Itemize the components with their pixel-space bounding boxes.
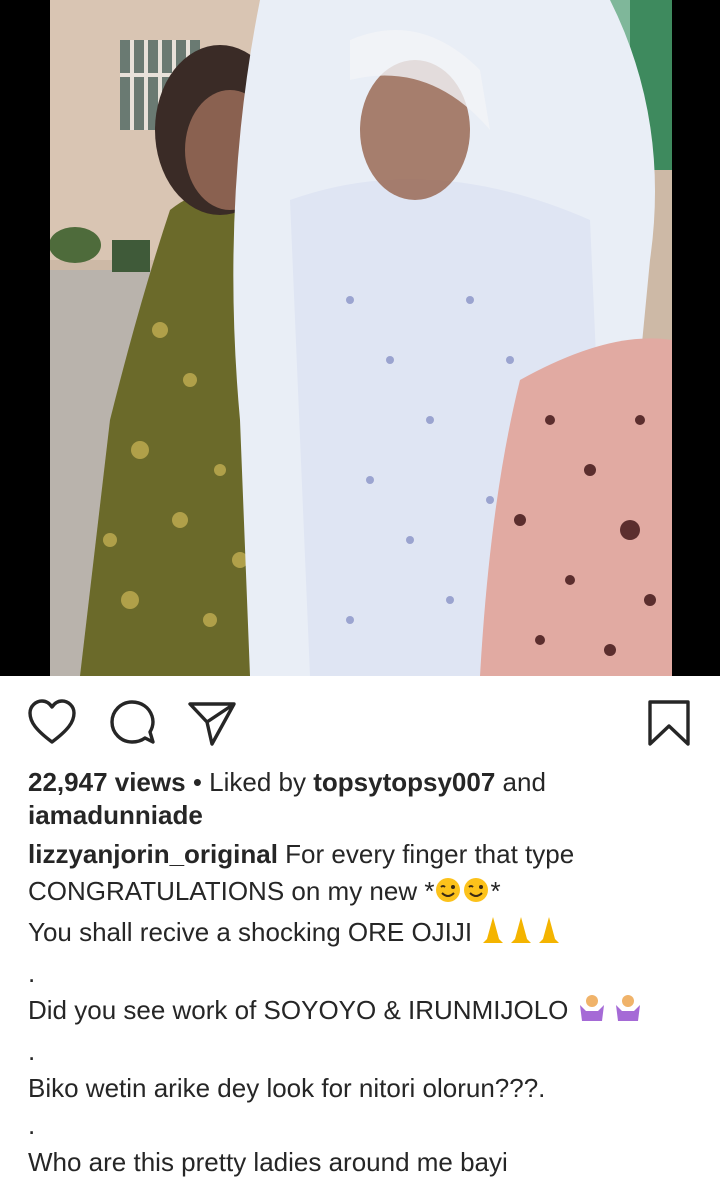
save-button[interactable] bbox=[646, 698, 692, 753]
caption-line-5: Biko wetin arike dey look for nitori olo… bbox=[28, 1073, 546, 1103]
post-stats: 22,947 views • Liked by topsytopsy007 an… bbox=[28, 766, 692, 832]
post-actions-bar bbox=[0, 676, 720, 772]
winking-face-icon bbox=[434, 876, 462, 914]
video-frame[interactable] bbox=[50, 0, 672, 676]
caption-line-1: For every finger that type bbox=[285, 839, 575, 869]
caption-line-2: CONGRATULATIONS on my new * bbox=[28, 876, 435, 906]
comment-icon bbox=[110, 700, 155, 744]
post-caption: 22,947 views • Liked by topsytopsy007 an… bbox=[0, 766, 720, 1181]
person-shrugging-icon bbox=[576, 993, 648, 1033]
caption-line-4: Did you see work of SOYOYO & IRUNMIJOLO bbox=[28, 995, 569, 1025]
caption-line-6: Who are this pretty ladies around me bay… bbox=[28, 1147, 508, 1177]
caption-line-3: You shall recive a shocking ORE OJIJI bbox=[28, 917, 473, 947]
bookmark-icon bbox=[648, 700, 690, 746]
comment-button[interactable] bbox=[108, 698, 158, 753]
like-button[interactable] bbox=[26, 698, 78, 751]
share-button[interactable] bbox=[186, 698, 238, 753]
caption-dot-1: . bbox=[28, 958, 36, 988]
post-media[interactable] bbox=[0, 0, 720, 676]
caption-dot-2: . bbox=[28, 1036, 36, 1066]
caption-username-link[interactable]: lizzyanjorin_original bbox=[28, 839, 278, 869]
video-frame-illustration bbox=[50, 0, 672, 676]
folded-hands-icon bbox=[479, 915, 563, 955]
caption-dot-3: . bbox=[28, 1110, 36, 1140]
liked-by-other-link[interactable]: iamadunniade bbox=[28, 800, 203, 830]
send-icon bbox=[188, 702, 236, 746]
heart-icon bbox=[28, 699, 76, 744]
winking-face-icon bbox=[462, 876, 490, 914]
caption-line-2-end: * bbox=[490, 876, 501, 906]
